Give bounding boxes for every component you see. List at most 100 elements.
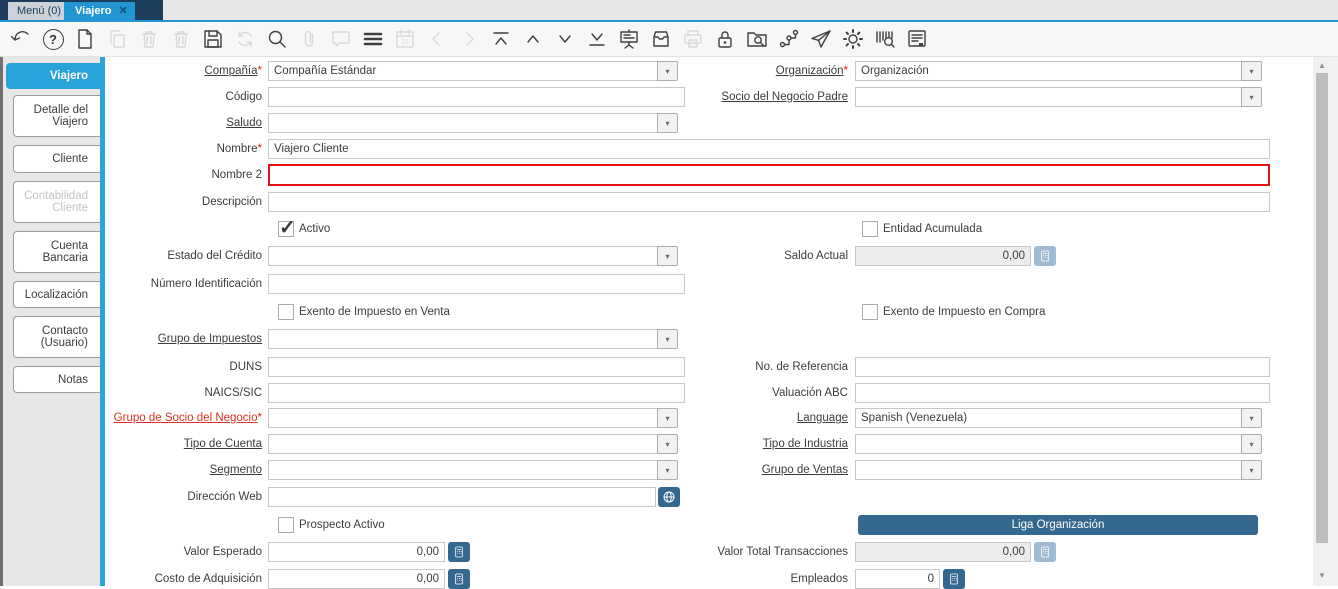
preferences-gear-icon[interactable] [841, 27, 865, 51]
organizacion-combo[interactable]: Organización▾ [855, 61, 1262, 81]
nombre2-input[interactable] [268, 164, 1270, 186]
tipo-cuenta-label[interactable]: Tipo de Cuenta [105, 434, 262, 454]
costo-adquisicion-input[interactable]: 0,00 [268, 569, 445, 589]
organizacion-label[interactable]: Organización* [640, 61, 848, 81]
sidebar-tab-cuenta-bancaria[interactable]: Cuenta Bancaria [13, 231, 100, 273]
exento-venta-checkbox-label: Exento de Impuesto en Venta [299, 304, 450, 320]
estado-credito-combo[interactable]: ▾ [268, 246, 678, 266]
sidebar-tab-label: Contacto (Usuario) [14, 325, 88, 349]
chat-icon [329, 27, 353, 51]
chevron-down-icon[interactable]: ▾ [1241, 434, 1262, 454]
entidad-acumulada-checkbox[interactable] [862, 221, 878, 237]
liga-organizacion-button[interactable]: Liga Organización [858, 515, 1258, 535]
grupo-socio-combo[interactable]: ▾ [268, 408, 678, 428]
sidebar-tab-contacto-usuario[interactable]: Contacto (Usuario) [13, 316, 100, 358]
last-record-icon[interactable] [585, 27, 609, 51]
grupo-socio-label[interactable]: Grupo de Socio del Negocio* [105, 408, 262, 428]
language-combo[interactable]: Spanish (Venezuela)▾ [855, 408, 1262, 428]
help-icon[interactable]: ? [41, 27, 65, 51]
segmento-combo[interactable]: ▾ [268, 460, 678, 480]
calculator-icon[interactable] [448, 569, 470, 589]
find-icon[interactable] [265, 27, 289, 51]
new-record-icon[interactable] [73, 27, 97, 51]
grupo-ventas-label[interactable]: Grupo de Ventas [640, 460, 848, 480]
sidebar-tab-label: Cliente [52, 153, 88, 165]
valuacion-abc-input[interactable] [855, 383, 1270, 403]
sidebar-tab-cliente[interactable]: Cliente [13, 145, 100, 173]
no-referencia-input[interactable] [855, 357, 1270, 377]
scrollbar-thumb[interactable] [1316, 73, 1328, 543]
workflow-icon[interactable] [777, 27, 801, 51]
saludo-combo[interactable]: ▾ [268, 113, 678, 133]
grupo-impuestos-combo[interactable]: ▾ [268, 329, 678, 349]
grupo-ventas-combo[interactable]: ▾ [855, 460, 1262, 480]
empleados-input[interactable]: 0 [855, 569, 940, 589]
chevron-down-icon[interactable]: ▾ [1241, 460, 1262, 480]
save-icon[interactable] [201, 27, 225, 51]
direccion-web-input[interactable] [268, 487, 656, 507]
chevron-down-icon[interactable]: ▾ [1241, 61, 1262, 81]
exento-compra-checkbox[interactable] [862, 304, 878, 320]
grupo-impuestos-label[interactable]: Grupo de Impuestos [105, 329, 262, 349]
archive-icon[interactable] [649, 27, 673, 51]
language-label[interactable]: Language [640, 408, 848, 428]
chevron-down-icon[interactable]: ▾ [1241, 408, 1262, 428]
exento-venta-checkbox[interactable] [278, 304, 294, 320]
compania-combo[interactable]: Compañía Estándar▾ [268, 61, 678, 81]
send-request-icon[interactable] [809, 27, 833, 51]
undo-icon[interactable] [9, 27, 33, 51]
valor-esperado-label: Valor Esperado [105, 542, 262, 562]
costo-adquisicion-label: Costo de Adquisición [105, 569, 262, 589]
sidebar-tab-detalle-del-viajero[interactable]: Detalle del Viajero [13, 95, 100, 137]
sidebar-tab-viajero[interactable]: Viajero [6, 63, 100, 89]
sidebar-tab-contabilidad-cliente: Contabilidad Cliente [13, 181, 100, 223]
tab-menu[interactable]: Menú (0) [8, 2, 70, 20]
naics-input[interactable] [268, 383, 685, 403]
tipo-industria-label[interactable]: Tipo de Industria [640, 434, 848, 454]
prospecto-activo-checkbox[interactable] [278, 517, 294, 533]
copy-record-icon [105, 27, 129, 51]
scroll-up-icon[interactable]: ▲ [1315, 60, 1329, 72]
close-icon[interactable]: ✕ [119, 2, 128, 20]
naics-label: NAICS/SIC [105, 383, 262, 403]
previous-record-icon[interactable] [521, 27, 545, 51]
sidebar-tab-notas[interactable]: Notas [13, 366, 100, 393]
segmento-label[interactable]: Segmento [105, 460, 262, 480]
valor-esperado-input[interactable]: 0,00 [268, 542, 445, 562]
window-tabbar [0, 0, 1338, 20]
tipo-industria-combo[interactable]: ▾ [855, 434, 1262, 454]
tab-viajero[interactable]: Viajero ✕ [64, 2, 135, 20]
socio-padre-label[interactable]: Socio del Negocio Padre [640, 87, 848, 107]
scroll-down-icon[interactable]: ▼ [1315, 570, 1329, 582]
report-icon[interactable] [905, 27, 929, 51]
nombre-input[interactable]: Viajero Cliente [268, 139, 1270, 159]
calculator-icon[interactable] [943, 569, 965, 589]
chevron-down-icon[interactable]: ▾ [657, 113, 678, 133]
saludo-label[interactable]: Saludo [105, 113, 262, 133]
compania-label[interactable]: Compañía* [105, 61, 262, 81]
calculator-icon[interactable] [448, 542, 470, 562]
activo-checkbox[interactable]: ✓ [278, 221, 294, 237]
menu-lines-icon[interactable] [361, 27, 385, 51]
chevron-down-icon[interactable]: ▾ [1241, 87, 1262, 107]
lock-icon[interactable] [713, 27, 737, 51]
calculator-icon [1034, 246, 1056, 266]
tipo-cuenta-combo[interactable]: ▾ [268, 434, 678, 454]
descripcion-input[interactable] [268, 192, 1270, 212]
socio-padre-combo[interactable]: ▾ [855, 87, 1262, 107]
next-page-icon [457, 27, 481, 51]
chevron-down-icon[interactable]: ▾ [657, 329, 678, 349]
sidebar-tab-localizacion[interactable]: Localización [13, 281, 100, 308]
detail-view-icon[interactable] [617, 27, 641, 51]
numero-identificacion-label: Número Identificación [105, 274, 262, 294]
barcode-scan-icon[interactable] [873, 27, 897, 51]
codigo-input[interactable] [268, 87, 685, 107]
first-record-icon[interactable] [489, 27, 513, 51]
numero-identificacion-input[interactable] [268, 274, 685, 294]
record-access-icon[interactable] [745, 27, 769, 51]
duns-input[interactable] [268, 357, 685, 377]
valor-total-input: 0,00 [855, 542, 1031, 562]
globe-icon[interactable] [658, 487, 680, 507]
print-icon [681, 27, 705, 51]
next-record-icon[interactable] [553, 27, 577, 51]
